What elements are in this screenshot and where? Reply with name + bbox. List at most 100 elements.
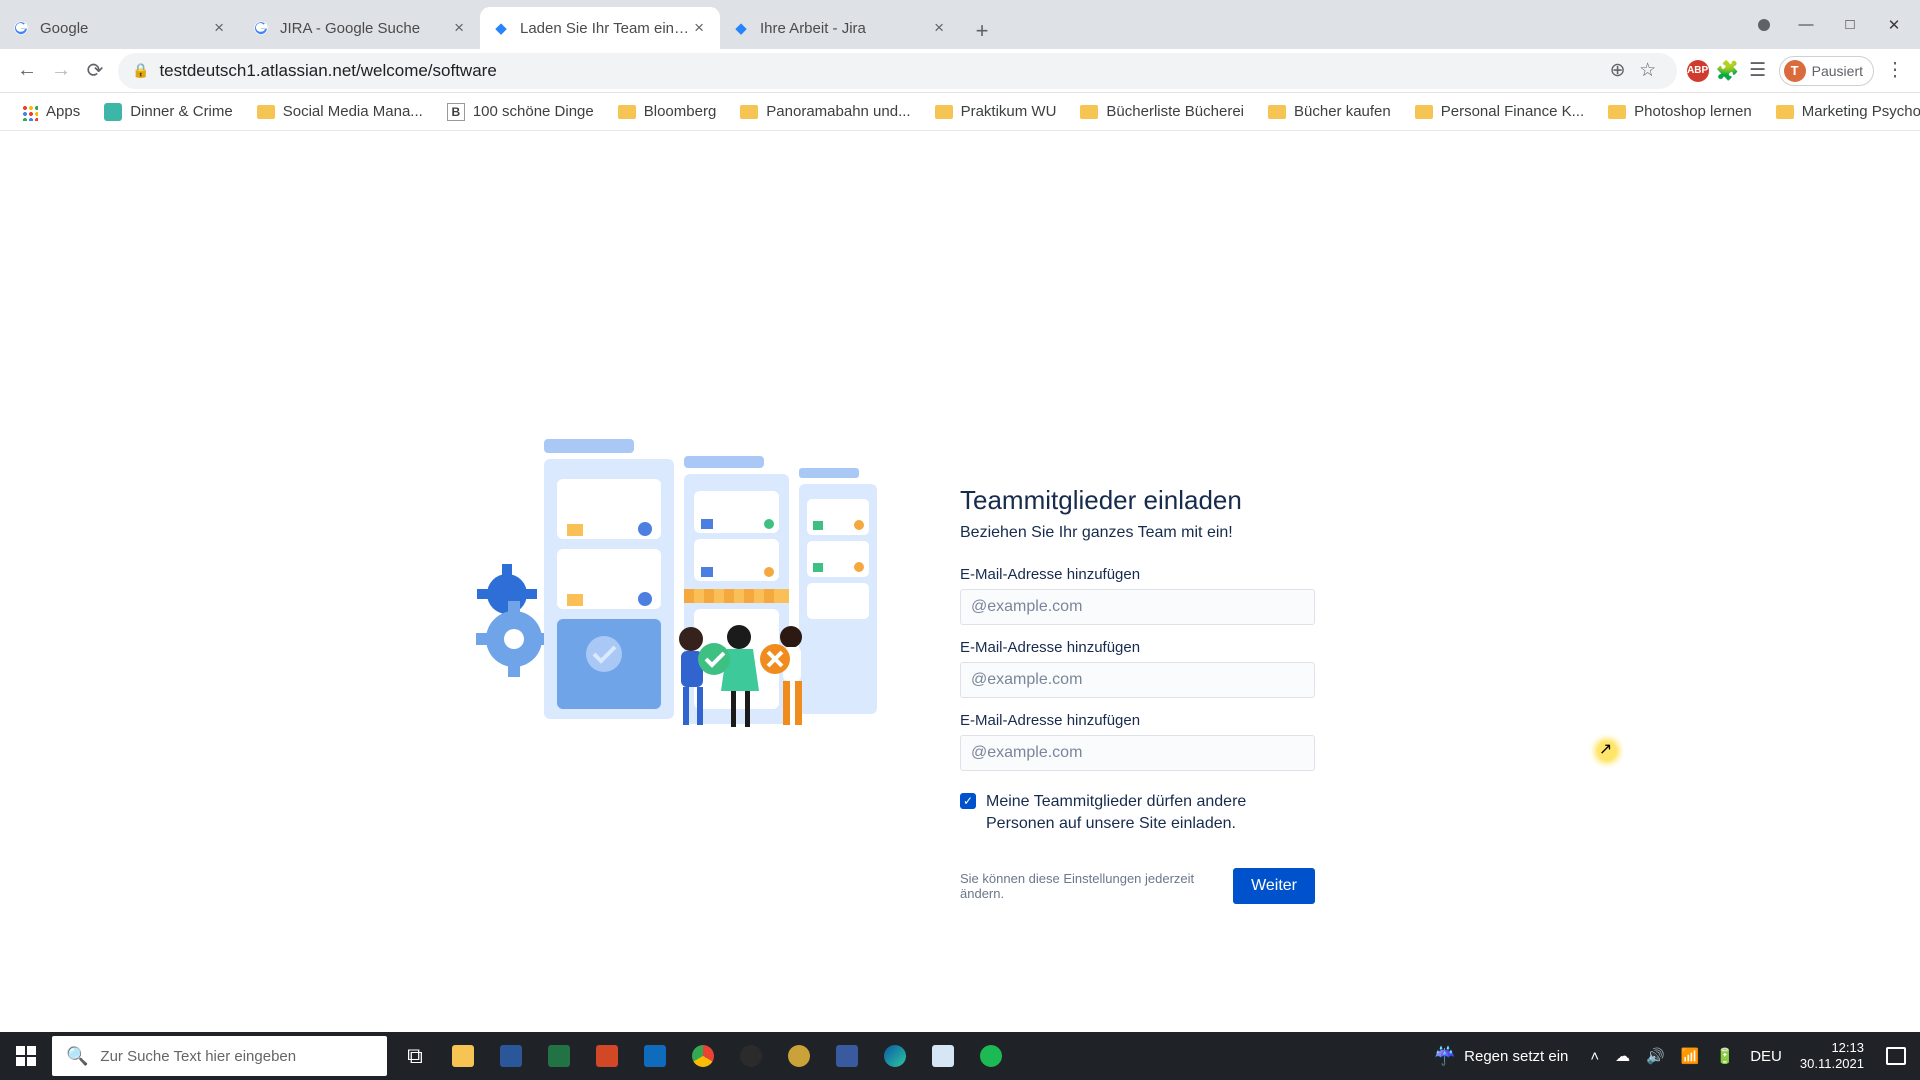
word-icon[interactable]: [487, 1032, 535, 1080]
obs-icon[interactable]: [727, 1032, 775, 1080]
tab-title: Google: [40, 20, 210, 37]
bookmark-label: Panoramabahn und...: [766, 103, 910, 120]
settings-hint: Sie können diese Einstellungen jederzeit…: [960, 871, 1233, 901]
abp-icon[interactable]: ABP: [1687, 60, 1709, 82]
forward-button[interactable]: →: [44, 54, 78, 88]
close-window-button[interactable]: ✕: [1872, 9, 1916, 41]
window-controls: — □ ✕: [1758, 0, 1920, 49]
clock[interactable]: 12:13 30.11.2021: [1794, 1040, 1870, 1071]
minimize-button[interactable]: —: [1784, 9, 1828, 41]
bookmark-item[interactable]: Personal Finance K...: [1405, 96, 1594, 128]
bookmark-label: Bücher kaufen: [1294, 103, 1391, 120]
apps-icon: [20, 103, 38, 121]
reading-list-icon[interactable]: ☰: [1743, 56, 1773, 86]
chrome-menu-icon[interactable]: ⋮: [1880, 56, 1910, 86]
checkbox-label: Meine Teammitglieder dürfen andere Perso…: [986, 791, 1315, 836]
bookmark-label: Bücherliste Bücherei: [1106, 103, 1244, 120]
maximize-button[interactable]: □: [1828, 9, 1872, 41]
folder-icon: [935, 105, 953, 119]
spotify-icon[interactable]: [967, 1032, 1015, 1080]
folder-icon: [618, 105, 636, 119]
tab-jira-work[interactable]: ◆ Ihre Arbeit - Jira ×: [720, 7, 960, 49]
app-icon[interactable]: [823, 1032, 871, 1080]
checkbox-checked-icon[interactable]: ✓: [960, 793, 976, 809]
profile-label: Pausiert: [1812, 63, 1863, 79]
start-button[interactable]: [0, 1032, 52, 1080]
back-button[interactable]: ←: [10, 54, 44, 88]
address-bar: ← → ⟳ 🔒 testdeutsch1.atlassian.net/welco…: [0, 49, 1920, 93]
powerpoint-icon[interactable]: [583, 1032, 631, 1080]
email-input-1[interactable]: [960, 589, 1315, 625]
continue-button[interactable]: Weiter: [1233, 868, 1315, 904]
tab-jira-search[interactable]: JIRA - Google Suche ×: [240, 7, 480, 49]
lock-icon: 🔒: [132, 62, 149, 79]
onedrive-icon[interactable]: ☁: [1611, 1047, 1634, 1065]
action-center-icon[interactable]: [1886, 1047, 1906, 1065]
email-input-2[interactable]: [960, 662, 1315, 698]
star-icon[interactable]: ☆: [1633, 56, 1663, 86]
bookmark-item[interactable]: B100 schöne Dinge: [437, 96, 604, 128]
search-in-page-icon[interactable]: ⊕: [1603, 56, 1633, 86]
tab-google[interactable]: Google ×: [0, 7, 240, 49]
close-icon[interactable]: ×: [930, 18, 948, 38]
allow-invite-row[interactable]: ✓ Meine Teammitglieder dürfen andere Per…: [960, 791, 1315, 836]
battery-icon[interactable]: 🔋: [1712, 1047, 1739, 1065]
bookmark-item[interactable]: Bücher kaufen: [1258, 96, 1401, 128]
notepad-icon[interactable]: [919, 1032, 967, 1080]
profile-chip[interactable]: T Pausiert: [1779, 56, 1874, 86]
jira-favicon: ◆: [492, 19, 510, 37]
jira-favicon: ◆: [732, 19, 750, 37]
mail-icon[interactable]: [631, 1032, 679, 1080]
email-label-3: E-Mail-Adresse hinzufügen: [960, 712, 1315, 729]
bookmark-item[interactable]: Panoramabahn und...: [730, 96, 920, 128]
explorer-icon[interactable]: [439, 1032, 487, 1080]
form-footer: Sie können diese Einstellungen jederzeit…: [960, 868, 1315, 904]
taskbar-search[interactable]: 🔍 Zur Suche Text hier eingeben: [52, 1036, 387, 1076]
app-icon[interactable]: [775, 1032, 823, 1080]
tray-chevron-icon[interactable]: ˄: [1586, 1048, 1603, 1065]
chrome-icon[interactable]: [679, 1032, 727, 1080]
volume-icon[interactable]: 🔊: [1642, 1047, 1669, 1065]
excel-icon[interactable]: [535, 1032, 583, 1080]
folder-icon: [1415, 105, 1433, 119]
close-icon[interactable]: ×: [450, 18, 468, 38]
bookmark-item[interactable]: Photoshop lernen: [1598, 96, 1762, 128]
bookmark-label: Social Media Mana...: [283, 103, 423, 120]
google-favicon: [12, 19, 30, 37]
bookmark-label: Photoshop lernen: [1634, 103, 1752, 120]
tab-title: Laden Sie Ihr Team ein – Jira: [520, 20, 690, 37]
apps-label: Apps: [46, 103, 80, 120]
page-title: Teammitglieder einladen: [960, 485, 1315, 516]
apps-shortcut[interactable]: Apps: [10, 96, 90, 128]
task-view-button[interactable]: ⧉: [391, 1032, 439, 1080]
cast-icon[interactable]: [1758, 19, 1770, 31]
bookmark-item[interactable]: Dinner & Crime: [94, 96, 243, 128]
close-icon[interactable]: ×: [210, 18, 228, 38]
wifi-icon[interactable]: 📶: [1677, 1047, 1704, 1065]
search-icon: 🔍: [66, 1046, 88, 1067]
site-icon: B: [447, 103, 465, 121]
email-input-3[interactable]: [960, 735, 1315, 771]
bookmark-item[interactable]: Social Media Mana...: [247, 96, 433, 128]
bookmark-item[interactable]: Marketing Psycholo...: [1766, 96, 1920, 128]
page-content: Teammitglieder einladen Beziehen Sie Ihr…: [0, 131, 1920, 1032]
cursor-highlight: [1597, 741, 1617, 761]
bookmark-label: Bloomberg: [644, 103, 717, 120]
bookmark-item[interactable]: Bücherliste Bücherei: [1070, 96, 1254, 128]
folder-icon: [257, 105, 275, 119]
language-indicator[interactable]: DEU: [1746, 1048, 1786, 1065]
bookmark-item[interactable]: Praktikum WU: [925, 96, 1067, 128]
bookmark-item[interactable]: Bloomberg: [608, 96, 727, 128]
windows-icon: [16, 1046, 36, 1066]
weather-widget[interactable]: ☔ Regen setzt ein: [1424, 1046, 1579, 1067]
close-icon[interactable]: ×: [690, 18, 708, 38]
edge-icon[interactable]: [871, 1032, 919, 1080]
new-tab-button[interactable]: +: [964, 13, 1000, 49]
tab-jira-invite[interactable]: ◆ Laden Sie Ihr Team ein – Jira ×: [480, 7, 720, 49]
site-icon: [104, 103, 122, 121]
omnibox[interactable]: 🔒 testdeutsch1.atlassian.net/welcome/sof…: [118, 53, 1677, 89]
windows-taskbar: 🔍 Zur Suche Text hier eingeben ⧉ ☔ Regen…: [0, 1032, 1920, 1080]
url-text: testdeutsch1.atlassian.net/welcome/softw…: [159, 61, 1602, 81]
reload-button[interactable]: ⟳: [78, 54, 112, 88]
extensions-icon[interactable]: 🧩: [1713, 56, 1743, 86]
